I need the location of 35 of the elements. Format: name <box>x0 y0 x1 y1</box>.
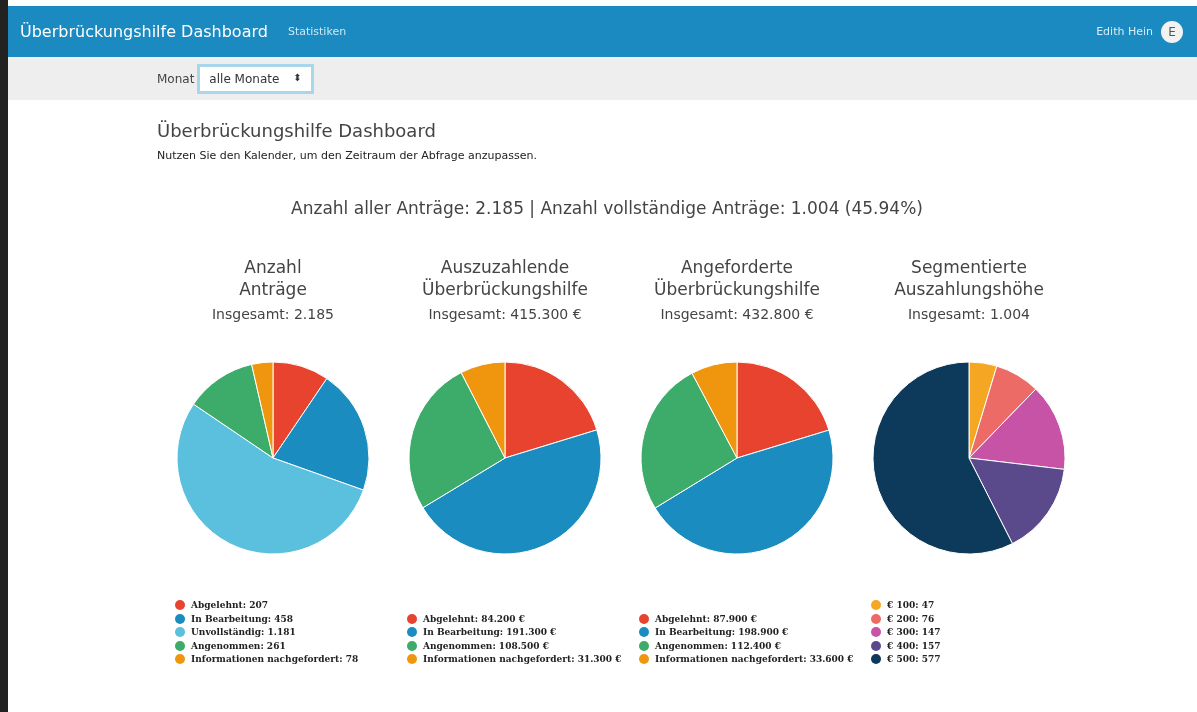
legend-label: € 300: 147 <box>887 627 941 638</box>
user-avatar[interactable]: E <box>1161 20 1183 43</box>
chart-title: Segmentierte Auszahlungshöhe <box>894 256 1044 300</box>
legend-label: Abgelehnt: 207 <box>191 600 268 611</box>
filter-label: Monat <box>157 71 195 86</box>
legend-label: € 500: 577 <box>887 654 941 665</box>
legend-label: Informationen nachgefordert: 33.600 € <box>655 654 854 665</box>
legend-label: € 100: 47 <box>887 600 935 611</box>
chart-title: Anzahl Anträge <box>239 256 307 300</box>
legend-label: Angenommen: 108.500 € <box>423 640 549 651</box>
legend-label: € 400: 157 <box>887 640 941 651</box>
chart-total: Insgesamt: 432.800 € <box>660 306 814 322</box>
legend-label: In Bearbeitung: 191.300 € <box>423 627 557 638</box>
summary-text: Anzahl aller Anträge: 2.185 | Anzahl vollständige Anträge: 1.004 (45.94%) <box>290 198 924 218</box>
page-heading: Überbrückungshilfe Dashboard <box>157 120 437 141</box>
legend-label: Unvollständig: 1.181 <box>191 627 296 638</box>
chart-total: Insgesamt: 1.004 <box>907 306 1030 322</box>
chart-total: Insgesamt: 415.300 € <box>428 306 582 322</box>
legend-label: Angenommen: 261 <box>191 640 286 651</box>
chart-title: Angeforderte Überbrückungshilfe <box>654 256 820 300</box>
legend-label: In Bearbeitung: 458 <box>191 613 293 624</box>
brand-title[interactable]: Überbrückungshilfe Dashboard <box>20 22 268 41</box>
nav-link[interactable]: Statistiken <box>287 25 347 38</box>
legend-label: Informationen nachgefordert: 31.300 € <box>423 654 622 665</box>
legend-label: In Bearbeitung: 198.900 € <box>655 627 789 638</box>
intro-text: Nutzen Sie den Kalender, um den Zeitraum der Abfrage anzupassen. <box>157 149 538 162</box>
chart-total: Insgesamt: 2.185 <box>211 306 334 322</box>
legend-label: Abgelehnt: 87.900 € <box>655 613 757 624</box>
legend-label: Angenommen: 112.400 € <box>655 640 781 651</box>
legend-label: € 200: 76 <box>887 613 935 624</box>
legend-label: Informationen nachgefordert: 78 <box>191 654 359 665</box>
user-name[interactable]: Edith Hein <box>1096 25 1153 38</box>
month-select[interactable]: alle Monate ⬍ <box>197 63 314 94</box>
chart-title: Auszuzahlende Überbrückungshilfe <box>422 256 588 300</box>
legend-label: Abgelehnt: 84.200 € <box>423 613 525 624</box>
